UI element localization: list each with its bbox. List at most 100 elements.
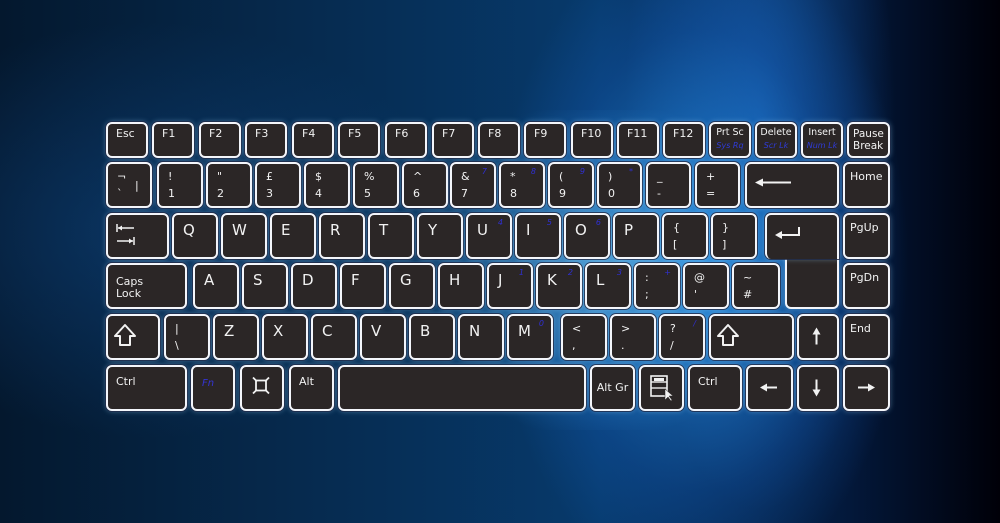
key-quote[interactable]: @ ' [683, 263, 729, 309]
key-d[interactable]: D [291, 263, 337, 309]
key-i[interactable]: I5 [515, 213, 561, 259]
base-legend: , [572, 339, 576, 352]
key-7[interactable]: & 7 7 [450, 162, 496, 208]
key-y[interactable]: Y [417, 213, 463, 259]
key-win[interactable] [240, 365, 284, 411]
key-backslash[interactable]: | \ [164, 314, 210, 360]
key-6[interactable]: ^ 6 [402, 162, 448, 208]
key-tab[interactable] [106, 213, 169, 259]
key-right[interactable] [843, 365, 890, 411]
key-f9[interactable]: F9 [524, 122, 566, 158]
key-j[interactable]: J1 [487, 263, 533, 309]
numpad-legend: 3 [616, 268, 622, 277]
key-f8[interactable]: F8 [478, 122, 520, 158]
key-left[interactable] [746, 365, 793, 411]
key-u[interactable]: U4 [466, 213, 512, 259]
key-f2[interactable]: F2 [199, 122, 241, 158]
key-semicolon[interactable]: :; + [634, 263, 680, 309]
key-enter-lower[interactable] [785, 253, 839, 309]
key-o[interactable]: O6 [564, 213, 610, 259]
key-f12[interactable]: F12 [663, 122, 705, 158]
key-home[interactable]: Home [843, 162, 890, 208]
key-delete[interactable]: Delete Scr Lk [755, 122, 797, 158]
key-1[interactable]: ! 1 [157, 162, 203, 208]
key-0[interactable]: ) 0 * [597, 162, 642, 208]
key-s[interactable]: S [242, 263, 288, 309]
key-alt[interactable]: Alt [289, 365, 334, 411]
base-legend: / [670, 339, 674, 352]
key-c[interactable]: C [311, 314, 357, 360]
key-letter: W [232, 221, 247, 239]
key-v[interactable]: V [360, 314, 406, 360]
key-lctrl[interactable]: Ctrl [106, 365, 187, 411]
key-f6[interactable]: F6 [385, 122, 427, 158]
key-l[interactable]: L3 [585, 263, 631, 309]
key-k[interactable]: K2 [536, 263, 582, 309]
key-2[interactable]: " 2 [206, 162, 252, 208]
key-lbracket[interactable]: {[ [662, 213, 708, 259]
key-prtsc[interactable]: Prt Sc Sys Rq [709, 122, 751, 158]
key-enter[interactable] [765, 213, 839, 259]
key-backspace[interactable] [745, 162, 839, 208]
key-f10[interactable]: F10 [571, 122, 613, 158]
key-menu[interactable] [639, 365, 684, 411]
base-legend: 4 [315, 187, 322, 200]
shift-legend: < [572, 322, 582, 335]
shift-legend: ) [608, 170, 613, 183]
key-x[interactable]: X [262, 314, 308, 360]
key-8[interactable]: * 8 8 [499, 162, 545, 208]
key-period[interactable]: >. [610, 314, 656, 360]
key-insert[interactable]: Insert Num Lk [801, 122, 843, 158]
key-comma[interactable]: <, [561, 314, 607, 360]
key-up[interactable] [797, 314, 839, 360]
key-q[interactable]: Q [172, 213, 218, 259]
key-rbracket[interactable]: }] [711, 213, 757, 259]
key-r[interactable]: R [319, 213, 365, 259]
key-3[interactable]: £3 [255, 162, 301, 208]
shift-legend: ¬ [117, 170, 127, 183]
key-z[interactable]: Z [213, 314, 259, 360]
arrow-right-icon [845, 367, 887, 408]
key-t[interactable]: T [368, 213, 414, 259]
key-esc[interactable]: Esc [106, 122, 148, 158]
key-space[interactable] [338, 365, 586, 411]
key-rctrl[interactable]: Ctrl [688, 365, 742, 411]
key-end[interactable]: End [843, 314, 890, 360]
key-f4[interactable]: F4 [292, 122, 334, 158]
key-p[interactable]: P [613, 213, 659, 259]
key-fn[interactable]: Fn [191, 365, 235, 411]
key-w[interactable]: W [221, 213, 267, 259]
key-caps[interactable]: Caps Lock [106, 263, 187, 309]
key-pause[interactable]: Pause Break [847, 122, 890, 158]
key-f1[interactable]: F1 [152, 122, 194, 158]
key-a[interactable]: A [193, 263, 239, 309]
key-f3[interactable]: F3 [245, 122, 287, 158]
numpad-legend: 4 [497, 218, 503, 227]
key-lshift[interactable] [106, 314, 160, 360]
key-pgup[interactable]: PgUp [843, 213, 890, 259]
key-minus[interactable]: _ - [646, 162, 691, 208]
key-h[interactable]: H [438, 263, 484, 309]
key-down[interactable] [797, 365, 839, 411]
key-e[interactable]: E [270, 213, 316, 259]
key-9[interactable]: (9 9 [548, 162, 594, 208]
key-g[interactable]: G [389, 263, 435, 309]
keyboard: Esc F1 F2 F3 F4 F5 F6 F7 F8 F9 F10 F11 F12 Prt Sc Sys … [0, 0, 1000, 523]
key-f[interactable]: F [340, 263, 386, 309]
key-n[interactable]: N [458, 314, 504, 360]
key-pgdn[interactable]: PgDn [843, 263, 890, 309]
key-4[interactable]: $4 [304, 162, 350, 208]
key-backtick[interactable]: ¬ ` | [106, 162, 152, 208]
key-altgr[interactable]: Alt Gr [590, 365, 635, 411]
key-equals[interactable]: + = [695, 162, 740, 208]
key-b[interactable]: B [409, 314, 455, 360]
key-m[interactable]: M0 [507, 314, 553, 360]
key-rshift[interactable] [709, 314, 794, 360]
key-f11[interactable]: F11 [617, 122, 659, 158]
key-5[interactable]: % 5 [353, 162, 399, 208]
key-slash[interactable]: ? / / [659, 314, 705, 360]
key-hash[interactable]: ~ # [732, 263, 780, 309]
shift-legend: & [461, 170, 470, 183]
key-f7[interactable]: F7 [432, 122, 474, 158]
key-f5[interactable]: F5 [338, 122, 380, 158]
